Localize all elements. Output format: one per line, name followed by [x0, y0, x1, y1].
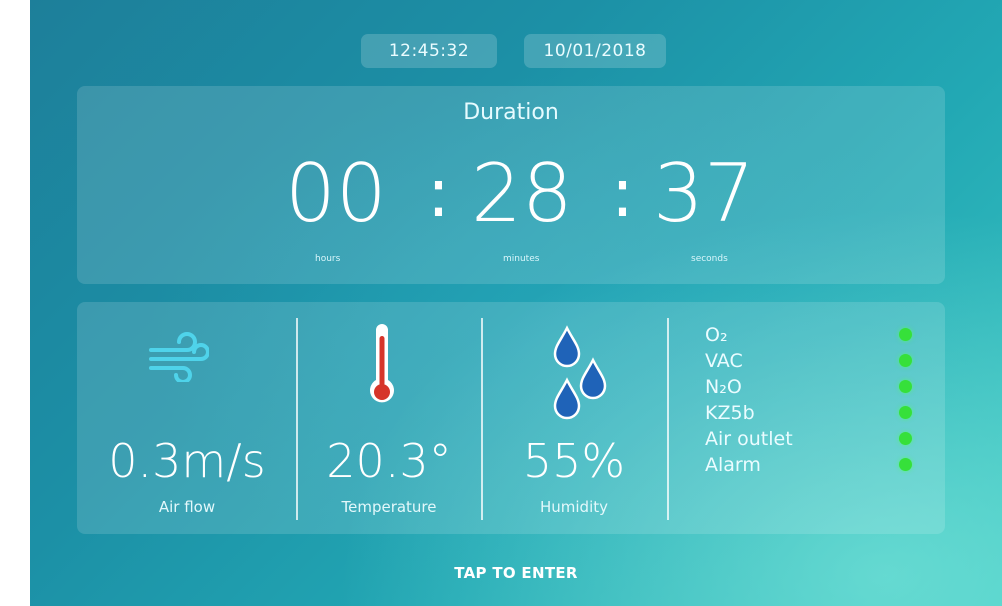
wind-icon — [147, 332, 210, 386]
current-date: 10/01/2018 — [524, 34, 666, 68]
status-row-air-outlet: Air outlet — [705, 426, 925, 452]
timer-hours: 00 — [285, 147, 387, 240]
status-label: Alarm — [705, 454, 761, 476]
airflow-value: 0.3m/s — [108, 434, 266, 488]
divider — [296, 318, 298, 520]
status-row-vac: VAC — [705, 348, 925, 374]
timer-separator: : — [427, 154, 450, 233]
status-label: Air outlet — [705, 428, 793, 450]
status-indicator — [899, 406, 912, 419]
humidity-label: Humidity — [539, 498, 608, 516]
status-indicator — [899, 458, 912, 471]
status-row-n2o: N₂O — [705, 374, 925, 400]
timer-minutes: 28 — [471, 147, 573, 240]
status-indicator — [899, 328, 912, 341]
status-label: VAC — [705, 350, 743, 372]
timer-seconds: 37 — [653, 147, 755, 240]
temperature-value: 20.3° — [326, 434, 452, 488]
screen[interactable]: 12:45:32 10/01/2018 Duration 00 : 28 : 3… — [30, 0, 1002, 606]
sensors-panel: 0.3m/s Air flow 20.3° Temperature 55% Hu… — [77, 302, 945, 534]
gas-status-list: O₂ VAC N₂O KZ5b Air outlet Alarm — [705, 322, 925, 478]
seconds-label: seconds — [691, 254, 728, 264]
status-label: N₂O — [705, 376, 742, 398]
temperature-label: Temperature — [341, 498, 437, 516]
status-row-kz5b: KZ5b — [705, 400, 925, 426]
status-row-o2: O₂ — [705, 322, 925, 348]
thermometer-icon — [367, 322, 397, 416]
humidity-value: 55% — [522, 434, 626, 488]
status-label: O₂ — [705, 324, 728, 346]
timer-separator: : — [611, 154, 634, 233]
airflow-label: Air flow — [158, 498, 216, 516]
water-drops-icon — [547, 324, 611, 424]
tap-to-enter-button[interactable]: TAP TO ENTER — [30, 564, 1002, 582]
clock-time: 12:45:32 — [361, 34, 497, 68]
duration-title: Duration — [463, 100, 559, 125]
hours-label: hours — [315, 254, 341, 264]
status-row-alarm: Alarm — [705, 452, 925, 478]
status-indicator — [899, 380, 912, 393]
duration-timer: 00 : 28 : 37 — [77, 144, 945, 244]
divider — [481, 318, 483, 520]
status-indicator — [899, 354, 912, 367]
minutes-label: minutes — [503, 254, 540, 264]
status-label: KZ5b — [705, 402, 755, 424]
duration-panel: Duration 00 : 28 : 37 hours minutes seco… — [77, 86, 945, 284]
status-indicator — [899, 432, 912, 445]
divider — [667, 318, 669, 520]
